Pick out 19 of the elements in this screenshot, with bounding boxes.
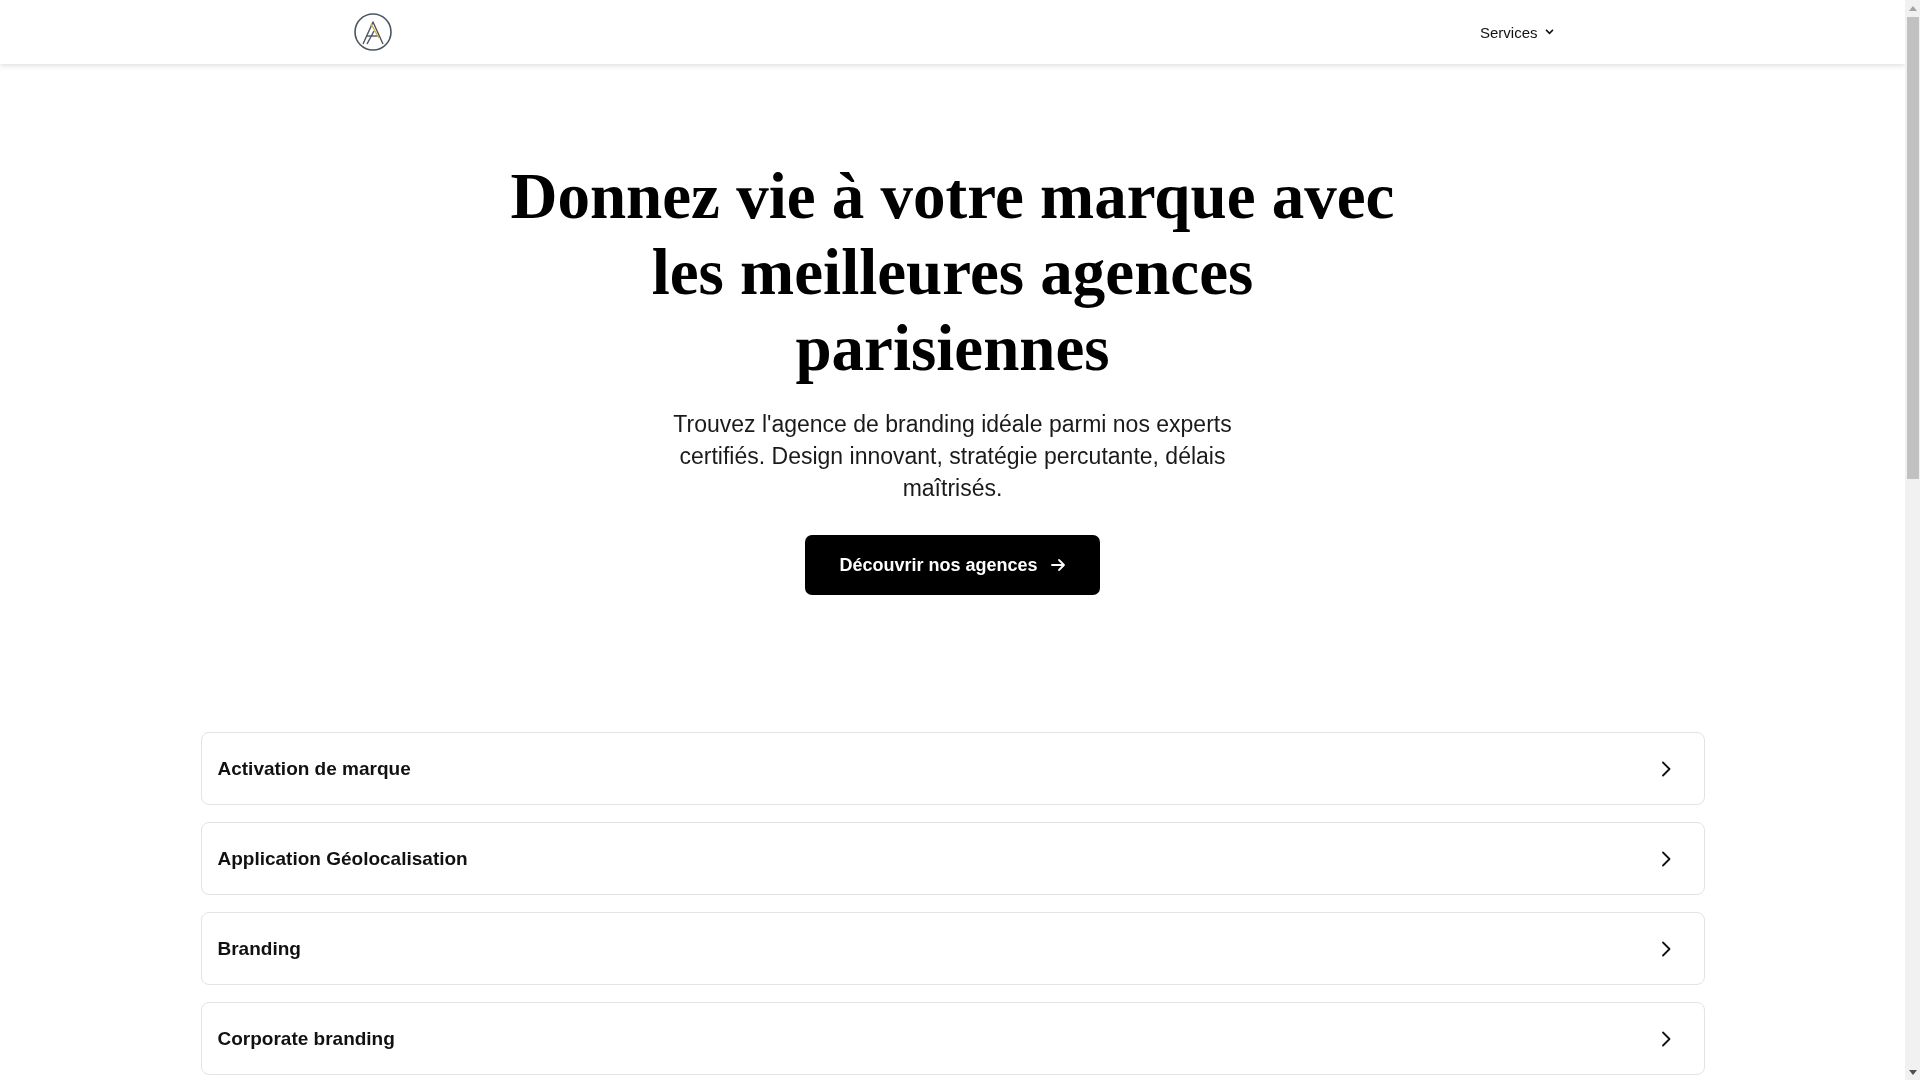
chevron-right-icon — [1660, 940, 1671, 957]
chevron-down-icon — [1544, 29, 1554, 35]
down-arrow-icon[interactable] — [1908, 1070, 1917, 1075]
services-menu[interactable]: Services — [1479, 19, 1554, 45]
service-link[interactable]: Activation de marque — [200, 732, 1705, 805]
chevron-right-icon — [1660, 760, 1671, 777]
service-link[interactable]: Branding — [200, 912, 1705, 985]
arrow-right-icon — [1049, 557, 1066, 573]
logo-icon[interactable] — [353, 13, 392, 51]
service-link[interactable]: Application Géolocalisation — [200, 822, 1705, 895]
hero-heading: Donnez vie à votre marque avec les meilleures agences parisiennes — [509, 159, 1396, 386]
chevron-right-icon — [1660, 1030, 1671, 1047]
chevron-right-icon — [1660, 850, 1671, 867]
scrollbar[interactable] — [1905, 0, 1920, 1080]
service-link[interactable]: Corporate branding — [200, 1002, 1705, 1075]
scrollbar-thumb[interactable] — [1906, 17, 1919, 479]
discover-agencies-button[interactable]: Découvrir nos agences — [805, 535, 1100, 595]
up-arrow-icon[interactable] — [1908, 6, 1917, 11]
hero-subtitle: Trouvez l'agence de branding idéale parmi nos experts certifiés. Design innovant, stratégie percutante, délais maîtrisés. — [672, 410, 1233, 503]
